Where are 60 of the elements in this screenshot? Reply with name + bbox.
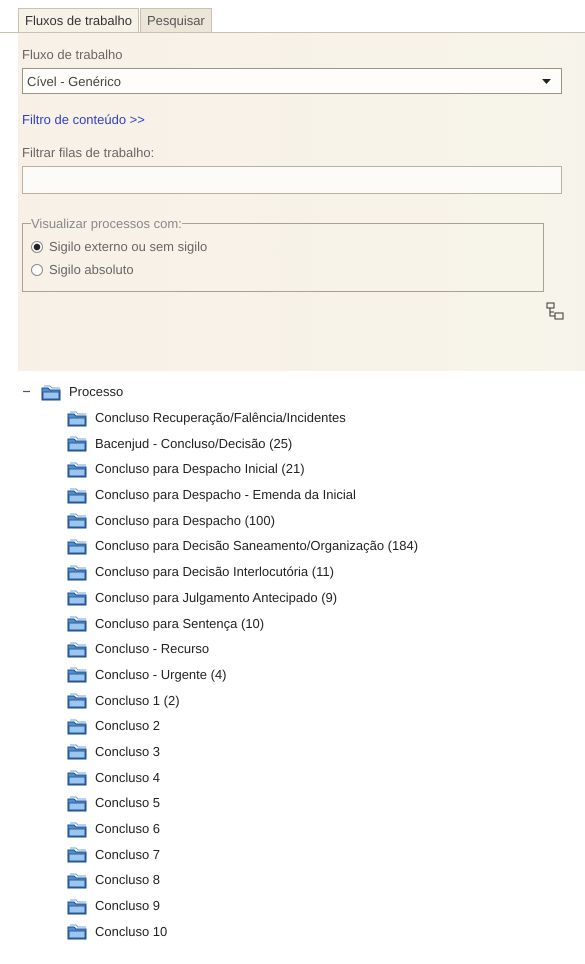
- tree-item[interactable]: Concluso para Sentença (10): [95, 616, 264, 631]
- queue-folder-icon: [66, 640, 88, 658]
- tree-item[interactable]: Processo: [69, 384, 124, 400]
- queue-folder-icon: [40, 382, 62, 401]
- queue-folder-icon: [66, 716, 88, 735]
- queue-folder-icon: [66, 870, 88, 889]
- tree-item[interactable]: Concluso 2: [95, 718, 160, 734]
- queue-folder-icon: [66, 768, 88, 786]
- tree-item[interactable]: Concluso 4: [95, 770, 160, 785]
- tree-item[interactable]: Concluso 7: [95, 846, 160, 862]
- tree-item[interactable]: Concluso 6: [95, 821, 160, 836]
- radio-label: Sigilo absoluto: [49, 262, 134, 277]
- tree-item[interactable]: Concluso - Recurso: [95, 641, 210, 656]
- queue-folder-icon: [66, 794, 88, 812]
- tree-item[interactable]: Concluso Recuperação/Falência/Incidentes: [95, 410, 346, 426]
- queue-folder-icon: [66, 614, 88, 632]
- group-legend: Visualizar processos com:: [31, 216, 182, 231]
- tree-item[interactable]: Concluso para Despacho (100): [95, 512, 275, 528]
- tree-item[interactable]: Concluso para Decisão Saneamento/Organização (184): [95, 538, 418, 554]
- queue-folder-icon: [66, 511, 88, 530]
- queue-folder-icon: [66, 460, 88, 478]
- tree-item[interactable]: Bacenjud - Concluso/Decisão (25): [95, 436, 292, 451]
- radio-label: Sigilo externo ou sem sigilo: [49, 239, 208, 254]
- queue-folder-icon: [66, 536, 88, 555]
- queue-folder-icon: [66, 562, 88, 581]
- tree-view-icon[interactable]: [545, 302, 565, 320]
- queue-folder-icon: [66, 434, 88, 452]
- tab[interactable]: Fluxos de trabalho: [18, 8, 139, 32]
- queue-folder-icon: [66, 922, 88, 940]
- queue-folder-icon: [66, 845, 88, 864]
- tree-item[interactable]: Concluso para Julgamento Antecipado (9): [95, 590, 338, 605]
- queue-folder-icon: [66, 486, 88, 504]
- radio-button[interactable]: [31, 240, 43, 252]
- dropdown-arrow-icon: [542, 78, 551, 84]
- tree-item[interactable]: Concluso para Decisão Interlocutória (11): [95, 564, 334, 580]
- radio-option[interactable]: Sigilo absoluto: [31, 262, 535, 277]
- tree-item[interactable]: Concluso 8: [95, 872, 160, 888]
- queue-folder-icon: [66, 820, 88, 838]
- workflow-dropdown[interactable]: Cível - Genérico: [22, 68, 562, 94]
- queue-filter-field[interactable]: [22, 166, 562, 194]
- tree-item[interactable]: Concluso 10: [95, 924, 168, 939]
- queue-folder-icon: [66, 896, 88, 915]
- content-filter-link[interactable]: Filtro de conteúdo >>: [22, 112, 145, 127]
- tree-item[interactable]: Concluso 9: [95, 898, 160, 914]
- tree-item[interactable]: Concluso 1 (2): [95, 692, 180, 708]
- radio-button[interactable]: [31, 264, 43, 276]
- tree-item[interactable]: Concluso - Urgente (4): [95, 666, 226, 682]
- tree-item[interactable]: Concluso para Despacho Inicial (21): [95, 461, 305, 476]
- field-label: Filtrar filas de trabalho:: [22, 145, 156, 160]
- field-label: Fluxo de trabalho: [22, 47, 124, 62]
- tree-item[interactable]: Concluso para Despacho - Emenda da Inicial: [95, 487, 356, 502]
- tree-item[interactable]: Concluso 5: [95, 795, 160, 810]
- queue-folder-icon: [66, 691, 88, 710]
- tab[interactable]: Pesquisar: [140, 8, 212, 32]
- queue-folder-icon: [66, 588, 88, 606]
- tree-item[interactable]: Concluso 3: [95, 744, 160, 759]
- queue-folder-icon: [66, 408, 88, 427]
- radio-option[interactable]: Sigilo externo ou sem sigilo: [31, 239, 535, 254]
- queue-folder-icon: [66, 742, 88, 760]
- queue-folder-icon: [66, 665, 88, 684]
